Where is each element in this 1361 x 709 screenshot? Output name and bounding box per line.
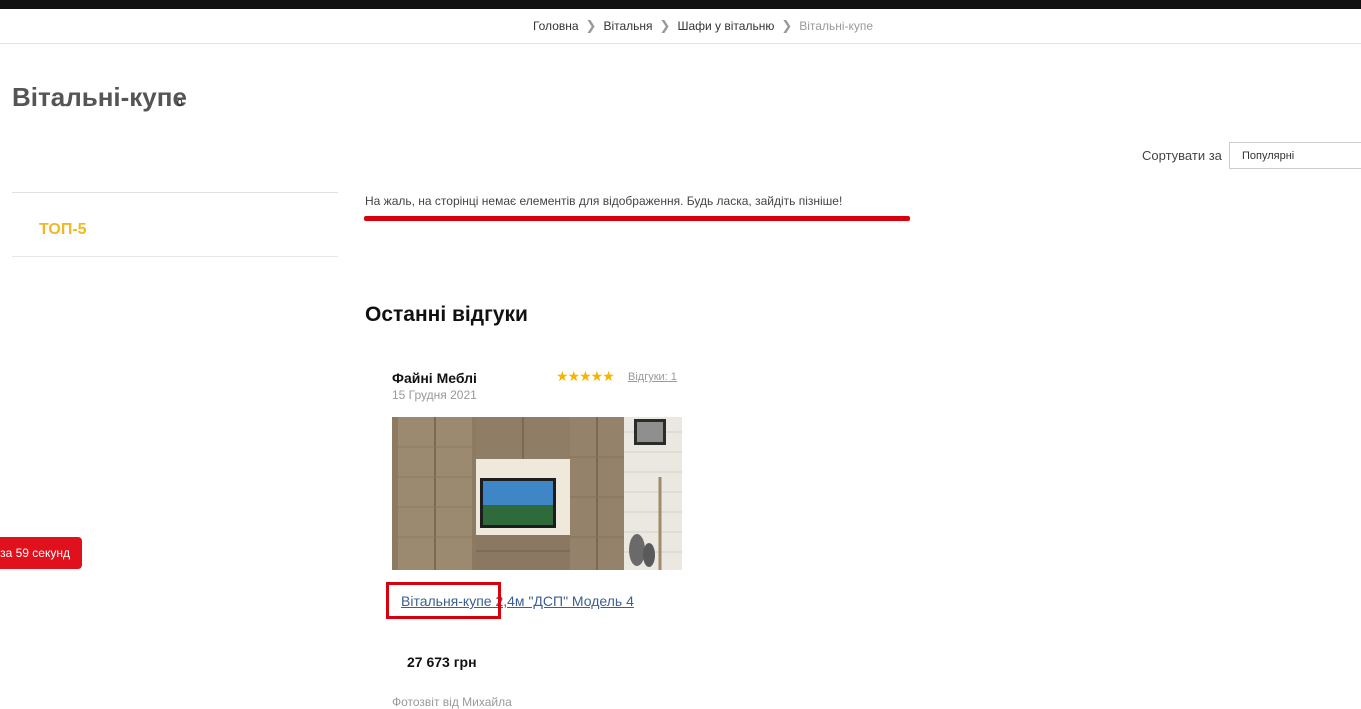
empty-message: На жаль, на сторінці немає елементів для…	[365, 194, 843, 208]
review-date: 15 Грудня 2021	[392, 388, 477, 402]
rating-stars-icon: ★★★★★	[556, 368, 615, 384]
breadcrumb-living-room[interactable]: Вітальня	[603, 19, 652, 33]
sort-label: Сортувати за	[1142, 148, 1222, 163]
timer-badge[interactable]: за 59 секунд	[0, 537, 82, 569]
page-title: Вітальні-купе	[12, 82, 187, 112]
breadcrumb-wardrobes[interactable]: Шафи у вітальню	[677, 19, 774, 33]
review-count-link[interactable]: Відгуки: 1	[628, 371, 677, 383]
timer-text: за 59 секунд	[0, 546, 70, 560]
top-bar	[0, 0, 1361, 9]
sidebar-item-top5[interactable]: ТОП-5	[39, 221, 87, 239]
chevron-right-icon: ❯	[659, 18, 671, 33]
review-author: Файні Меблі	[392, 370, 477, 386]
chevron-right-icon: ❯	[585, 18, 597, 33]
sort-select[interactable]: Популярні	[1229, 142, 1361, 169]
reviews-title: Останні відгуки	[365, 303, 528, 326]
product-count: 0	[177, 98, 183, 109]
red-box-annotation	[386, 582, 501, 619]
sidebar: ТОП-5	[12, 192, 338, 257]
living-room-wardrobe-image	[392, 417, 682, 570]
red-underline-annotation	[364, 216, 910, 221]
photo-review-caption: Фотозвіт від Михайла	[392, 695, 512, 709]
breadcrumb-current: Вітальні-купе	[799, 19, 874, 33]
sort-selected-value: Популярні	[1242, 149, 1295, 162]
product-price: 27 673 грн	[407, 654, 477, 670]
breadcrumb: Головна ❯ Вітальня ❯ Шафи у вітальню ❯ В…	[0, 9, 1361, 44]
product-image[interactable]	[392, 417, 682, 570]
breadcrumb-home[interactable]: Головна	[533, 19, 579, 33]
chevron-right-icon: ❯	[781, 18, 793, 33]
